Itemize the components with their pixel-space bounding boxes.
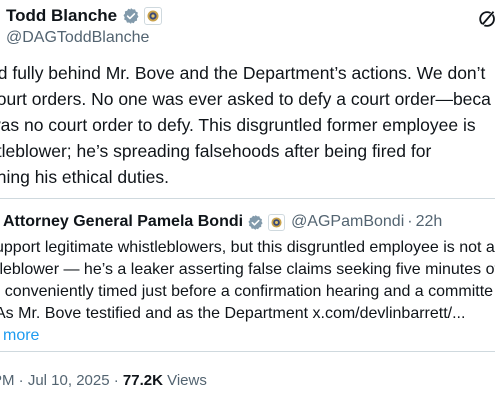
quoted-text-line: stleblower — he’s a leaker asserting fal… (0, 261, 495, 278)
doj-seal-icon[interactable] (144, 7, 163, 25)
post-view: Todd Blanche @DAGToddBlanche nd fully be… (0, 0, 495, 400)
post-text-line: court orders. No one was ever asked to d… (0, 89, 491, 109)
quoted-text-line: e, conveniently timed just before a conf… (0, 283, 494, 300)
quoted-post[interactable]: Attorney General Pamela Bondi @AGPamBond… (0, 198, 495, 352)
quoted-text-line: . As Mr. Bove testified and as the Depar… (0, 305, 466, 322)
verified-badge-icon (248, 214, 263, 230)
views-count[interactable]: 77.2K (123, 372, 163, 389)
post-timestamp[interactable]: PM · Jul 10, 2025 · (0, 372, 123, 389)
quoted-author-name[interactable]: Attorney General Pamela Bondi (3, 213, 243, 231)
doj-seal-icon[interactable] (268, 213, 286, 231)
seal-graphic (147, 10, 159, 22)
author-name-row: Todd Blanche (6, 4, 163, 28)
verified-badge-icon (123, 8, 139, 24)
post-text-line: ching his ethical duties. (0, 167, 169, 187)
quoted-post-time[interactable]: 22h (416, 213, 443, 231)
post-text-line: nd fully behind Mr. Bove and the Departm… (0, 63, 486, 83)
quoted-author-handle[interactable]: @AGPamBondi (291, 213, 404, 231)
show-more-link[interactable]: w more (0, 325, 495, 347)
quoted-post-header: Attorney General Pamela Bondi @AGPamBond… (1, 209, 442, 235)
post-author[interactable]: Todd Blanche @DAGToddBlanche (6, 4, 163, 48)
post-meta: PM · Jul 10, 2025 · 77.2K Views (0, 370, 207, 392)
author-display-name[interactable]: Todd Blanche (6, 6, 117, 26)
post-text-line: was no court order to defy. This disgrun… (0, 115, 476, 135)
views-label: Views (162, 372, 207, 389)
post-body: nd fully behind Mr. Bove and the Departm… (0, 60, 495, 190)
quoted-text-line: support legitimate whistleblowers, but t… (0, 239, 495, 256)
author-handle[interactable]: @DAGToddBlanche (6, 28, 162, 48)
post-text-line: stleblower; he’s spreading falsehoods af… (0, 141, 432, 161)
quoted-post-body: support legitimate whistleblowers, but t… (0, 237, 495, 347)
seal-graphic (271, 216, 282, 228)
separator-dot: · (407, 213, 413, 230)
grok-icon[interactable] (477, 8, 495, 30)
